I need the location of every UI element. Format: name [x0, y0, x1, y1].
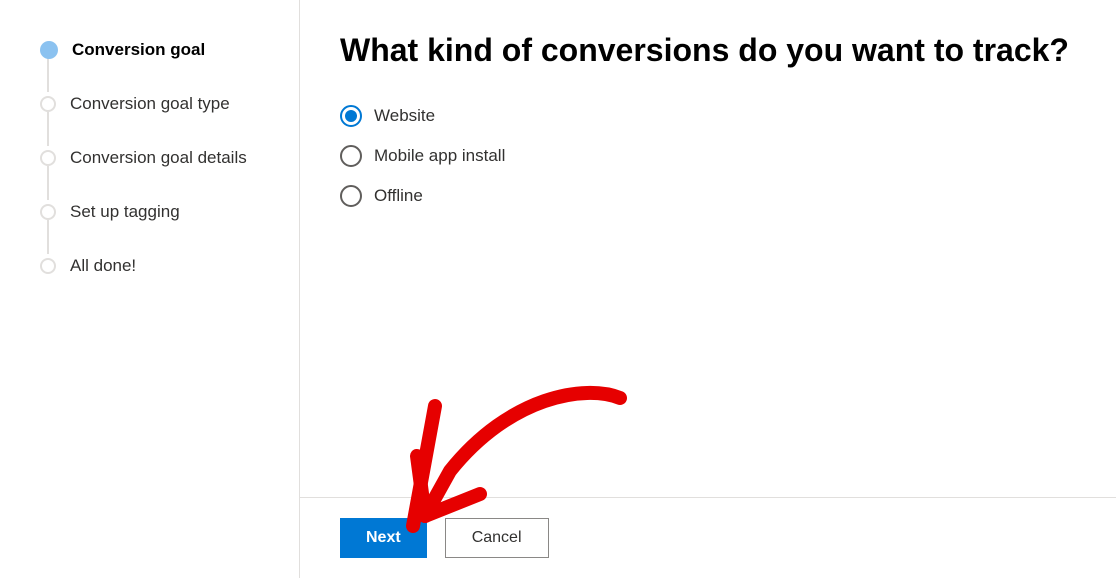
step-label: Conversion goal details: [70, 148, 247, 168]
cancel-button[interactable]: Cancel: [445, 518, 549, 558]
radio-option-offline[interactable]: Offline: [340, 185, 1076, 207]
radio-icon: [340, 105, 362, 127]
step-bullet-icon: [40, 258, 56, 274]
step-label: Conversion goal type: [70, 94, 230, 114]
step-connector-line: [47, 112, 49, 146]
footer-actions: Next Cancel: [300, 497, 1116, 578]
wizard-steps-sidebar: Conversion goal Conversion goal type Con…: [0, 0, 300, 578]
step-connector-line: [47, 166, 49, 200]
main-panel: What kind of conversions do you want to …: [300, 0, 1116, 578]
step-conversion-goal-type[interactable]: Conversion goal type: [40, 94, 269, 148]
step-all-done[interactable]: All done!: [40, 256, 269, 276]
step-label: All done!: [70, 256, 136, 276]
radio-label: Website: [374, 106, 435, 126]
radio-label: Offline: [374, 186, 423, 206]
step-conversion-goal-details[interactable]: Conversion goal details: [40, 148, 269, 202]
step-bullet-icon: [40, 96, 56, 112]
radio-icon: [340, 145, 362, 167]
conversion-kind-radio-group: Website Mobile app install Offline: [340, 105, 1076, 207]
step-set-up-tagging[interactable]: Set up tagging: [40, 202, 269, 256]
step-bullet-icon: [40, 150, 56, 166]
page-heading: What kind of conversions do you want to …: [340, 32, 1076, 69]
step-label: Conversion goal: [72, 40, 205, 60]
step-label: Set up tagging: [70, 202, 180, 222]
content-area: What kind of conversions do you want to …: [300, 0, 1116, 497]
radio-option-mobile-app-install[interactable]: Mobile app install: [340, 145, 1076, 167]
step-connector-line: [47, 220, 49, 254]
step-connector-line: [47, 58, 49, 92]
step-bullet-icon: [40, 204, 56, 220]
radio-label: Mobile app install: [374, 146, 505, 166]
step-conversion-goal[interactable]: Conversion goal: [40, 40, 269, 94]
radio-icon: [340, 185, 362, 207]
step-bullet-icon: [40, 41, 58, 59]
next-button[interactable]: Next: [340, 518, 427, 558]
radio-option-website[interactable]: Website: [340, 105, 1076, 127]
